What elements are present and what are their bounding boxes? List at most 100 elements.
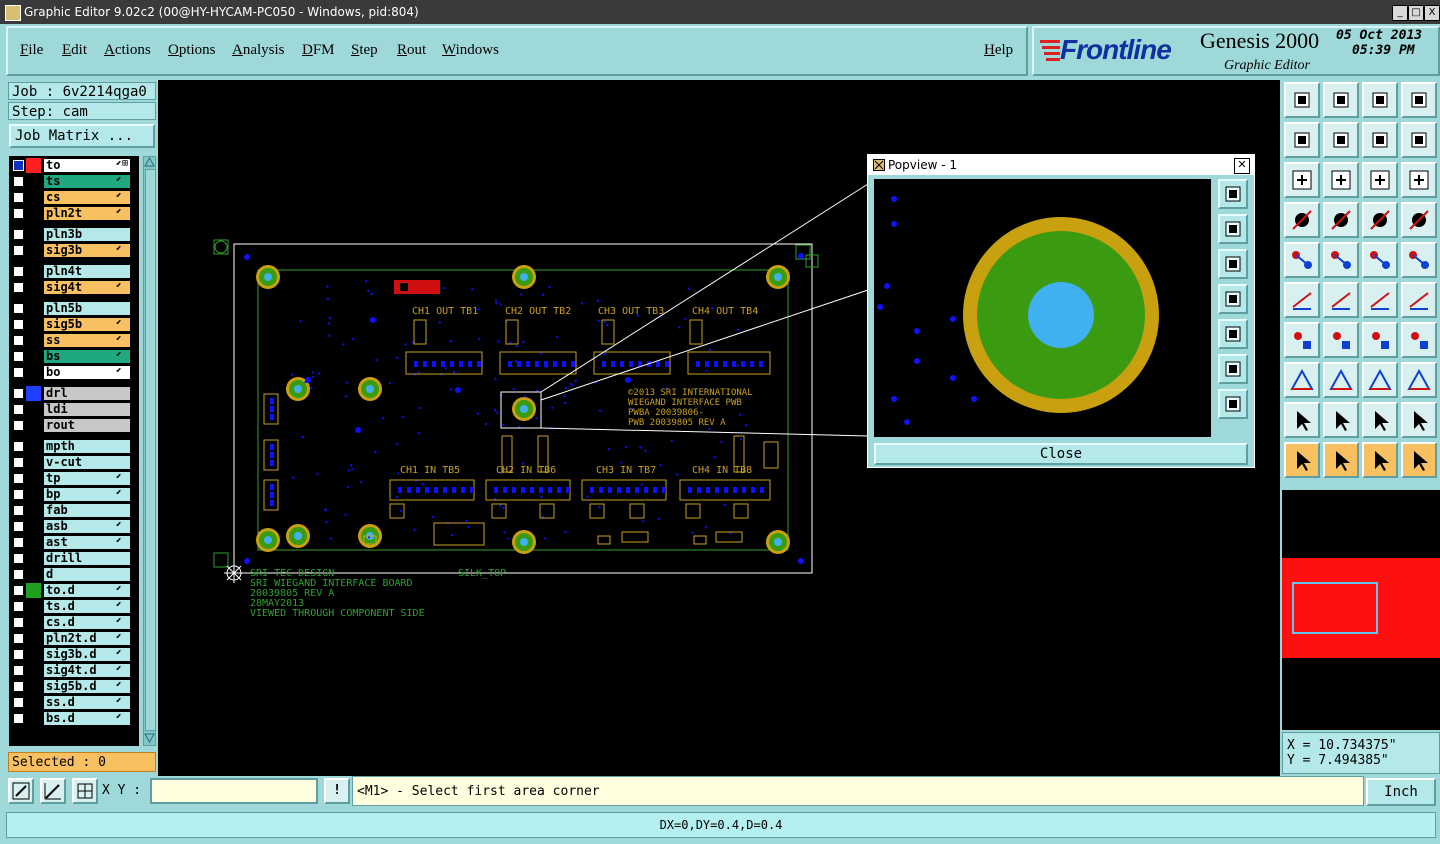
pop-zoom-out-button[interactable] (1218, 249, 1248, 279)
layer-color-swatch[interactable] (26, 174, 41, 189)
layer-checkbox[interactable] (13, 192, 24, 203)
undo-tool-button[interactable] (1362, 122, 1398, 158)
pop-center-button[interactable] (1218, 389, 1248, 419)
layer-row-fab[interactable]: fab (9, 503, 139, 518)
scroll-thumb[interactable] (145, 169, 156, 731)
layer-row-tp[interactable]: tp ⬋ (9, 471, 139, 486)
zoom-center-tool-button[interactable] (1323, 162, 1359, 198)
popview-title-bar[interactable]: Popview - 1 ✕ (868, 155, 1254, 175)
layer-color-swatch[interactable] (26, 631, 41, 646)
step-tool-button[interactable] (1401, 442, 1437, 478)
poly-2-tool-button[interactable] (1323, 402, 1359, 438)
layer-name[interactable]: pln4t (44, 265, 130, 278)
layer-color-swatch[interactable] (26, 439, 41, 454)
layer-checkbox[interactable] (13, 521, 24, 532)
pointer-alt-tool-button[interactable] (1323, 442, 1359, 478)
layer-name[interactable]: drill (44, 552, 130, 565)
ratio-tool-button[interactable] (1362, 162, 1398, 198)
grid-button[interactable] (72, 778, 98, 804)
layer-name[interactable]: drl (44, 387, 130, 400)
menu-actions[interactable]: Actions (104, 42, 151, 59)
layer-row-ts[interactable]: ts ⬋ (9, 174, 139, 189)
measure-button[interactable] (40, 778, 66, 804)
layer-name[interactable]: pln3b (44, 228, 130, 241)
job-matrix-button[interactable]: Job Matrix ... (9, 124, 155, 148)
slot-tool-button[interactable] (1362, 362, 1398, 398)
layer-name[interactable]: rout (44, 419, 130, 432)
home-tool-button[interactable] (1362, 82, 1398, 118)
layer-checkbox[interactable] (13, 420, 24, 431)
layer-row-ast[interactable]: ast ⬋ (9, 535, 139, 550)
move-down-tool-button[interactable] (1323, 82, 1359, 118)
layer-color-swatch[interactable] (26, 386, 41, 401)
pointer-sel-tool-button[interactable] (1362, 442, 1398, 478)
layer-name[interactable]: d (44, 568, 130, 581)
layer-checkbox[interactable] (13, 351, 24, 362)
layer-color-swatch[interactable] (26, 243, 41, 258)
layer-color-swatch[interactable] (26, 647, 41, 662)
layer-color-swatch[interactable] (26, 264, 41, 279)
snap-tool-button[interactable] (1284, 202, 1320, 238)
overview-map[interactable] (1282, 490, 1440, 730)
layer-color-swatch[interactable] (26, 615, 41, 630)
layer-color-swatch[interactable] (26, 471, 41, 486)
select-layer-alt-tool-button[interactable] (1401, 202, 1437, 238)
select-layer-tool-button[interactable] (1362, 202, 1398, 238)
layer-name[interactable]: v-cut (44, 456, 130, 469)
layer-color-swatch[interactable] (26, 190, 41, 205)
layer-color-swatch[interactable] (26, 487, 41, 502)
layer-checkbox[interactable] (13, 208, 24, 219)
layer-color-swatch[interactable] (26, 567, 41, 582)
menu-file[interactable]: File (20, 42, 43, 59)
line-red-tool-button[interactable] (1323, 322, 1359, 358)
popview-window[interactable]: Popview - 1 ✕ Close (867, 154, 1255, 468)
pop-fit-button[interactable] (1218, 214, 1248, 244)
layers-tool-button[interactable] (1401, 82, 1437, 118)
layer-checkbox[interactable] (13, 160, 24, 171)
layer-row-sig4t.d[interactable]: sig4t.d ⬋ (9, 663, 139, 678)
layer-row-to.d[interactable]: to.d ⬋ (9, 583, 139, 598)
layer-checkbox[interactable] (13, 303, 24, 314)
layer-color-swatch[interactable] (26, 317, 41, 332)
layer-row-ts.d[interactable]: ts.d ⬋ (9, 599, 139, 614)
execute-button[interactable]: ! (324, 778, 350, 804)
layer-checkbox[interactable] (13, 617, 24, 628)
layer-color-swatch[interactable] (26, 301, 41, 316)
layer-row-mpth[interactable]: mpth (9, 439, 139, 454)
layer-checkbox[interactable] (13, 245, 24, 256)
layer-name[interactable]: pln5b (44, 302, 130, 315)
probe-tool-button[interactable] (1323, 202, 1359, 238)
poly-1-tool-button[interactable] (1284, 402, 1320, 438)
popview-close-icon[interactable]: ✕ (1234, 158, 1250, 174)
overview-view-rect[interactable] (1292, 582, 1378, 634)
layer-color-swatch[interactable] (26, 599, 41, 614)
menu-dfm[interactable]: DFM (302, 42, 335, 59)
copy-tool-button[interactable] (1401, 362, 1437, 398)
layer-row-cs.d[interactable]: cs.d ⬋ (9, 615, 139, 630)
popview-close-button[interactable]: Close (874, 443, 1248, 465)
layer-color-swatch[interactable] (26, 711, 41, 726)
layer-checkbox[interactable] (13, 505, 24, 516)
pop-pan-right-button[interactable] (1218, 319, 1248, 349)
layer-row-ss.d[interactable]: ss.d ⬋ (9, 695, 139, 710)
add-pad-tool-button[interactable] (1284, 242, 1320, 278)
arc-alt-tool-button[interactable] (1401, 282, 1437, 318)
layer-color-swatch[interactable] (26, 158, 41, 173)
layer-row-sig3b[interactable]: sig3b ⬋ (9, 243, 139, 258)
rotate-tool-button[interactable] (1362, 322, 1398, 358)
pointer-tool-button[interactable] (1284, 442, 1320, 478)
maximize-button[interactable]: □ (1408, 5, 1424, 21)
layer-color-swatch[interactable] (26, 349, 41, 364)
layer-checkbox[interactable] (13, 367, 24, 378)
layer-checkbox[interactable] (13, 553, 24, 564)
layer-checkbox[interactable] (13, 473, 24, 484)
layer-row-sig3b.d[interactable]: sig3b.d ⬋ (9, 647, 139, 662)
poly-3-tool-button[interactable] (1362, 402, 1398, 438)
layer-checkbox[interactable] (13, 335, 24, 346)
menu-rout[interactable]: Rout (397, 42, 426, 59)
add-pad-alt-tool-button[interactable] (1284, 362, 1320, 398)
layer-checkbox[interactable] (13, 713, 24, 724)
layer-color-swatch[interactable] (26, 663, 41, 678)
layer-color-swatch[interactable] (26, 583, 41, 598)
layer-color-swatch[interactable] (26, 519, 41, 534)
